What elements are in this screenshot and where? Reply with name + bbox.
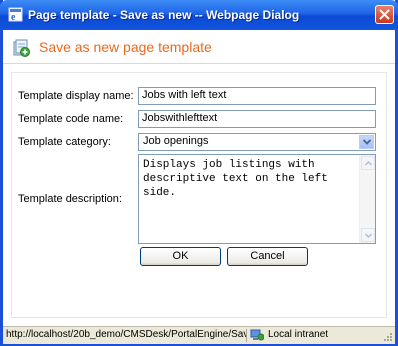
status-url: http://localhost/20b_demo/CMSDesk/Portal…: [6, 329, 246, 340]
category-selected-value: Job openings: [143, 135, 209, 147]
ok-button[interactable]: OK: [140, 247, 221, 266]
chevron-down-icon: [363, 139, 371, 145]
scroll-down-button[interactable]: [361, 228, 375, 242]
status-bar: http://localhost/20b_demo/CMSDesk/Portal…: [3, 326, 395, 344]
dialog-window: e Page template - Save as new -- Webpage…: [0, 0, 398, 346]
local-intranet-icon: [250, 329, 265, 341]
display-name-input[interactable]: Jobs with left text: [138, 87, 376, 105]
dialog-content: Template display name: Jobs with left te…: [3, 64, 395, 326]
status-divider: [246, 329, 247, 342]
page-title: Save as new page template: [39, 39, 212, 55]
code-name-input[interactable]: Jobswithlefttext: [138, 110, 376, 128]
description-textarea[interactable]: Displays job listings with descriptive t…: [138, 154, 376, 244]
category-select[interactable]: Job openings: [138, 133, 376, 151]
category-label: Template category:: [18, 136, 111, 148]
dropdown-arrow-button[interactable]: [359, 135, 374, 149]
security-zone-label: Local intranet: [268, 329, 329, 340]
window-title: Page template - Save as new -- Webpage D…: [28, 8, 300, 22]
display-name-label: Template display name:: [18, 90, 134, 102]
svg-text:e: e: [11, 12, 16, 22]
description-scrollbar[interactable]: [359, 155, 375, 243]
ie-page-icon: e: [8, 7, 23, 23]
close-icon: [379, 9, 390, 20]
title-bar[interactable]: e Page template - Save as new -- Webpage…: [0, 0, 398, 30]
form-panel: Template display name: Jobs with left te…: [11, 72, 387, 318]
cancel-button[interactable]: Cancel: [227, 247, 308, 266]
scroll-up-button[interactable]: [361, 156, 375, 170]
page-template-icon: [12, 39, 30, 57]
code-name-label: Template code name:: [18, 113, 124, 125]
resize-grip-icon[interactable]: [381, 330, 393, 342]
chevron-up-icon: [365, 161, 372, 166]
description-label: Template description:: [18, 193, 122, 205]
dialog-header: Save as new page template: [3, 30, 395, 64]
close-button[interactable]: [375, 5, 394, 24]
chevron-down-icon: [365, 233, 372, 238]
description-text: Displays job listings with descriptive t…: [143, 159, 328, 199]
